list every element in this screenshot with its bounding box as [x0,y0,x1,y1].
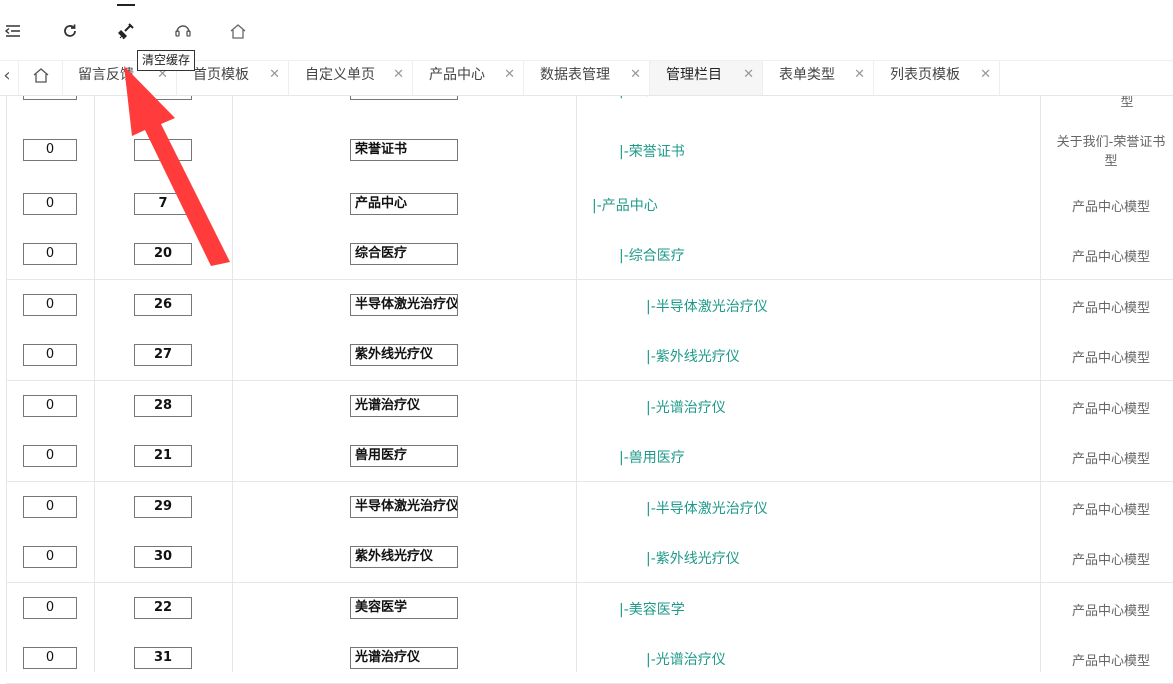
tooltip: 清空缓存 [137,50,195,71]
red-arrow-annotation [124,66,230,266]
